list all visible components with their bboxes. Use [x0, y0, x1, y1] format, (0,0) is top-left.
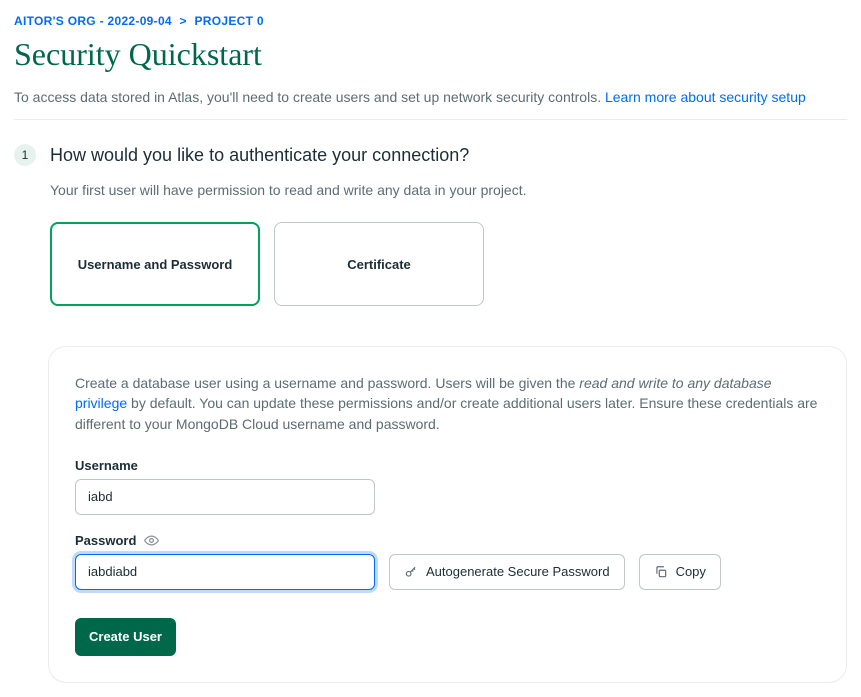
step-1-heading: How would you like to authenticate your … — [50, 145, 469, 166]
copy-label: Copy — [676, 564, 706, 579]
panel-desc-pre: Create a database user using a username … — [75, 375, 579, 391]
password-label: Password — [75, 533, 820, 548]
panel-privilege-link[interactable]: privilege — [75, 395, 127, 411]
intro-link[interactable]: Learn more about security setup — [605, 89, 806, 105]
eye-icon[interactable] — [144, 533, 159, 548]
copy-button[interactable]: Copy — [639, 554, 721, 590]
breadcrumb-project[interactable]: PROJECT 0 — [194, 14, 263, 28]
intro-copy: To access data stored in Atlas, you'll n… — [14, 89, 605, 105]
panel-desc-post: by default. You can update these permiss… — [75, 395, 817, 431]
intro-text: To access data stored in Atlas, you'll n… — [14, 89, 847, 120]
method-certificate[interactable]: Certificate — [274, 222, 484, 306]
auth-method-options: Username and Password Certificate — [50, 222, 847, 306]
step-1-sub: Your first user will have permission to … — [50, 182, 847, 198]
user-panel: Create a database user using a username … — [48, 346, 847, 683]
step-1-header: 1 How would you like to authenticate you… — [14, 144, 847, 166]
key-icon — [404, 565, 418, 579]
breadcrumb-org[interactable]: AITOR'S ORG - 2022-09-04 — [14, 14, 172, 28]
method-username-password[interactable]: Username and Password — [50, 222, 260, 306]
password-label-text: Password — [75, 533, 136, 548]
breadcrumb-sep: > — [180, 14, 187, 28]
panel-desc-em: read and write to any database — [579, 375, 771, 391]
step-1-badge: 1 — [14, 144, 36, 166]
page-title: Security Quickstart — [14, 36, 847, 73]
autogenerate-button[interactable]: Autogenerate Secure Password — [389, 554, 625, 590]
username-input[interactable] — [75, 479, 375, 515]
panel-description: Create a database user using a username … — [75, 373, 820, 434]
username-label: Username — [75, 458, 820, 473]
breadcrumb: AITOR'S ORG - 2022-09-04 > PROJECT 0 — [14, 14, 847, 28]
password-input[interactable] — [75, 554, 375, 590]
autogenerate-label: Autogenerate Secure Password — [426, 564, 610, 579]
create-user-button[interactable]: Create User — [75, 618, 176, 656]
copy-icon — [654, 565, 668, 579]
